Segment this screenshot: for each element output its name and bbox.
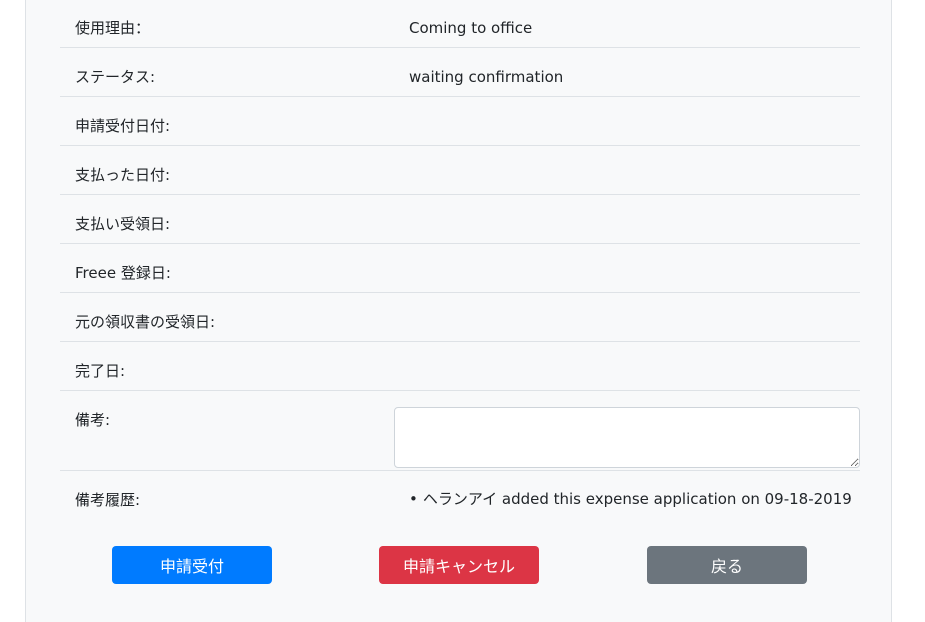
usage-reason-value: Coming to office [409, 19, 533, 37]
completed-date-label: 完了日: [75, 362, 126, 380]
field-row-accepted-date: 申請受付日付: [60, 96, 860, 145]
notes-textarea[interactable] [394, 407, 860, 468]
field-row-original-receipt-date: 元の領収書の受領日: [60, 292, 860, 341]
accepted-date-label: 申請受付日付: [75, 117, 171, 135]
field-row-completed-date: 完了日: [60, 341, 860, 390]
history-entry: ヘランアイ added this expense application on … [409, 489, 852, 509]
notes-history-label: 備考履歴: [75, 491, 141, 509]
original-receipt-date-label: 元の領収書の受領日: [75, 313, 216, 331]
back-button[interactable]: 戻る [647, 546, 807, 584]
status-value: waiting confirmation [409, 68, 564, 86]
paid-date-label: 支払った日付: [75, 166, 171, 184]
field-row-payment-received-date: 支払い受領日: [60, 194, 860, 243]
field-row-paid-date: 支払った日付: [60, 145, 860, 194]
field-row-status: ステータス: waiting confirmation [60, 47, 860, 96]
field-row-freee-registered-date: Freee 登録日: [60, 243, 860, 292]
field-row-notes: 備考: [60, 390, 860, 470]
status-label: ステータス: [75, 68, 156, 86]
accept-application-button[interactable]: 申請受付 [112, 546, 272, 584]
field-row-notes-history: 備考履歴: ヘランアイ added this expense applicati… [60, 470, 860, 530]
cancel-application-button[interactable]: 申請キャンセル [379, 546, 539, 584]
field-row-usage-reason: 使用理由： Coming to office [60, 0, 860, 47]
notes-history-list: ヘランアイ added this expense application on … [409, 489, 852, 509]
application-detail-panel: 使用理由： Coming to office ステータス: waiting co… [25, 0, 892, 622]
usage-reason-label: 使用理由： [75, 19, 151, 37]
freee-registered-date-label: Freee 登録日: [75, 264, 171, 282]
payment-received-date-label: 支払い受領日: [75, 215, 171, 233]
notes-label: 備考: [75, 411, 111, 429]
